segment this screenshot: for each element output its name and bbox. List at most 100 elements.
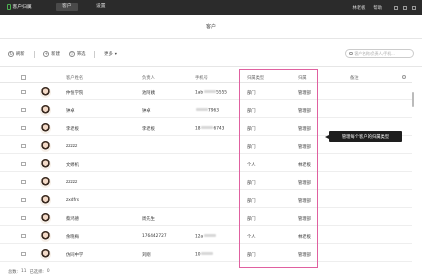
divider — [0, 66, 422, 67]
row-checkbox[interactable] — [21, 197, 26, 202]
row-checkbox[interactable] — [21, 125, 26, 130]
avatar — [40, 86, 51, 98]
row-owner-text: 周先生 — [142, 216, 155, 222]
row-owner: 刘刚 — [142, 252, 151, 258]
row-name-text: 余晓梅 — [66, 234, 79, 240]
row-phone: 10 — [195, 251, 214, 257]
table-row[interactable]: 钟卓 钟卓 7963 部门 管理部 — [0, 102, 412, 118]
column-header-note[interactable]: 备注 — [350, 75, 359, 81]
toolbar-separator — [94, 50, 96, 58]
table-row[interactable]: 仿同中学 刘刚 10 部门 管理部 — [0, 246, 412, 262]
refresh-label: 刷新 — [16, 52, 25, 57]
row-checkbox[interactable] — [21, 215, 26, 220]
plus-icon: + — [43, 51, 50, 57]
more-label: 更多 — [104, 52, 113, 57]
row-owner-text: 钟卓 — [142, 108, 151, 114]
row-name-text: 钟卓 — [66, 108, 75, 114]
row-name-text: 文婷机 — [66, 162, 79, 168]
row-owner: 钟卓 — [142, 108, 151, 114]
column-header-phone[interactable]: 手机号 — [195, 75, 208, 81]
tab-settings[interactable]: 设置 — [90, 3, 112, 11]
table-footer: 总数: 11 已选择: 0 — [8, 269, 50, 275]
row-phone-text: 10 — [195, 251, 201, 257]
highlight-box — [239, 69, 318, 268]
row-phone: 7963 — [195, 107, 219, 113]
row-name-text: 仿同中学 — [66, 252, 84, 258]
avatar — [40, 158, 51, 170]
top-bar: 客户归属 客户 设置 林老板 帮助 — [0, 0, 422, 15]
phone-tail: 7963 — [208, 107, 219, 113]
row-name: zzzzz — [66, 144, 77, 149]
row-name-text: zxdfrs — [66, 197, 80, 203]
avatar — [40, 104, 51, 116]
column-header-name[interactable]: 客户姓名 — [66, 75, 83, 81]
refresh-button[interactable]: ↻ 刷新 — [8, 51, 25, 57]
row-owner: 176442727 — [142, 234, 167, 239]
selected-label: 已选择: — [29, 270, 44, 275]
table-row[interactable]: 蔡鸿德 周先生 部门 管理部 — [0, 210, 412, 226]
table-row[interactable]: zxdfrs 部门 管理部 — [0, 192, 412, 208]
table-row[interactable]: 余晓梅 176442727 12a 个人 林老板 — [0, 228, 412, 244]
redacted-mark — [204, 89, 217, 93]
filter-button[interactable]: ▽ 筛选 — [68, 51, 86, 57]
add-button[interactable]: + 新建 — [43, 51, 60, 57]
selected-count: 0 — [46, 269, 50, 274]
row-name: 余晓梅 — [66, 234, 79, 240]
row-phone: 1ab 5555 — [195, 89, 227, 95]
row-checkbox[interactable] — [21, 251, 26, 256]
maximize-icon[interactable] — [403, 5, 407, 10]
minimize-icon[interactable] — [394, 5, 398, 10]
row-name: 仲恒学院 — [66, 90, 83, 96]
row-name-text: zzzzz — [66, 143, 78, 149]
close-icon[interactable] — [412, 5, 416, 10]
row-name: 仿同中学 — [66, 252, 83, 258]
row-name: 李老板 — [66, 126, 79, 132]
row-checkbox[interactable] — [21, 161, 26, 166]
row-checkbox[interactable] — [21, 233, 26, 238]
avatar — [40, 248, 51, 260]
more-button[interactable]: 更多 ▾ — [104, 51, 117, 58]
table-row[interactable]: 文婷机 个人 林老板 — [0, 156, 412, 172]
filter-icon: ▽ — [68, 51, 75, 57]
app-title: 客户归属 — [12, 5, 32, 10]
row-name-text: zzzzz — [66, 179, 78, 185]
select-all-checkbox[interactable] — [21, 75, 26, 80]
row-name-text: 李老板 — [66, 126, 79, 132]
row-phone: 12a — [195, 233, 217, 239]
row-owner-text: 李老板 — [142, 126, 155, 132]
redacted-mark — [204, 233, 217, 237]
row-checkbox[interactable] — [21, 179, 26, 184]
phone-tail: 6743 — [213, 125, 225, 131]
avatar — [40, 176, 51, 188]
callout-tooltip: 管理每个客户的归属类型 — [325, 131, 402, 142]
chevron-down-icon: ▾ — [114, 51, 117, 57]
scrollbar[interactable] — [412, 92, 414, 107]
row-phone: 18 6743 — [195, 125, 225, 131]
row-name-text: 蔡鸿德 — [66, 216, 79, 222]
row-name: 钟卓 — [66, 108, 75, 114]
toolbar: ↻ 刷新 + 新建 ▽ 筛选 更多 ▾ — [8, 49, 126, 59]
row-checkbox[interactable] — [21, 107, 26, 112]
user-name[interactable]: 林老板 — [353, 5, 366, 11]
row-name: 蔡鸿德 — [66, 216, 79, 222]
table-row[interactable]: 仲恒学院 池阿姨 1ab 5555 部门 管理部 — [0, 84, 412, 100]
row-checkbox[interactable] — [21, 89, 26, 94]
avatar — [40, 212, 51, 224]
column-header-owner[interactable]: 负责人 — [142, 75, 155, 81]
app-logo-icon — [7, 3, 11, 10]
table-row[interactable]: zzzzz 部门 管理部 — [0, 174, 412, 190]
row-checkbox[interactable] — [21, 143, 26, 148]
filter-label: 筛选 — [76, 52, 86, 57]
tab-customers[interactable]: 客户 — [56, 3, 78, 11]
help-link[interactable]: 帮助 — [373, 5, 382, 11]
row-name: 文婷机 — [66, 162, 79, 168]
redacted-mark — [201, 125, 214, 129]
table-header: 客户姓名 负责人 手机号 归属类型 归属 备注 — [0, 72, 412, 83]
row-name: zzzzz — [66, 180, 77, 185]
gear-icon[interactable] — [402, 74, 406, 79]
search-input[interactable]: 客户名称/负责人/手机... — [345, 49, 414, 58]
total-count: 11 — [21, 269, 27, 274]
row-owner-text: 176442727 — [142, 233, 167, 239]
row-name: zxdfrs — [66, 198, 79, 203]
divider — [0, 38, 422, 39]
